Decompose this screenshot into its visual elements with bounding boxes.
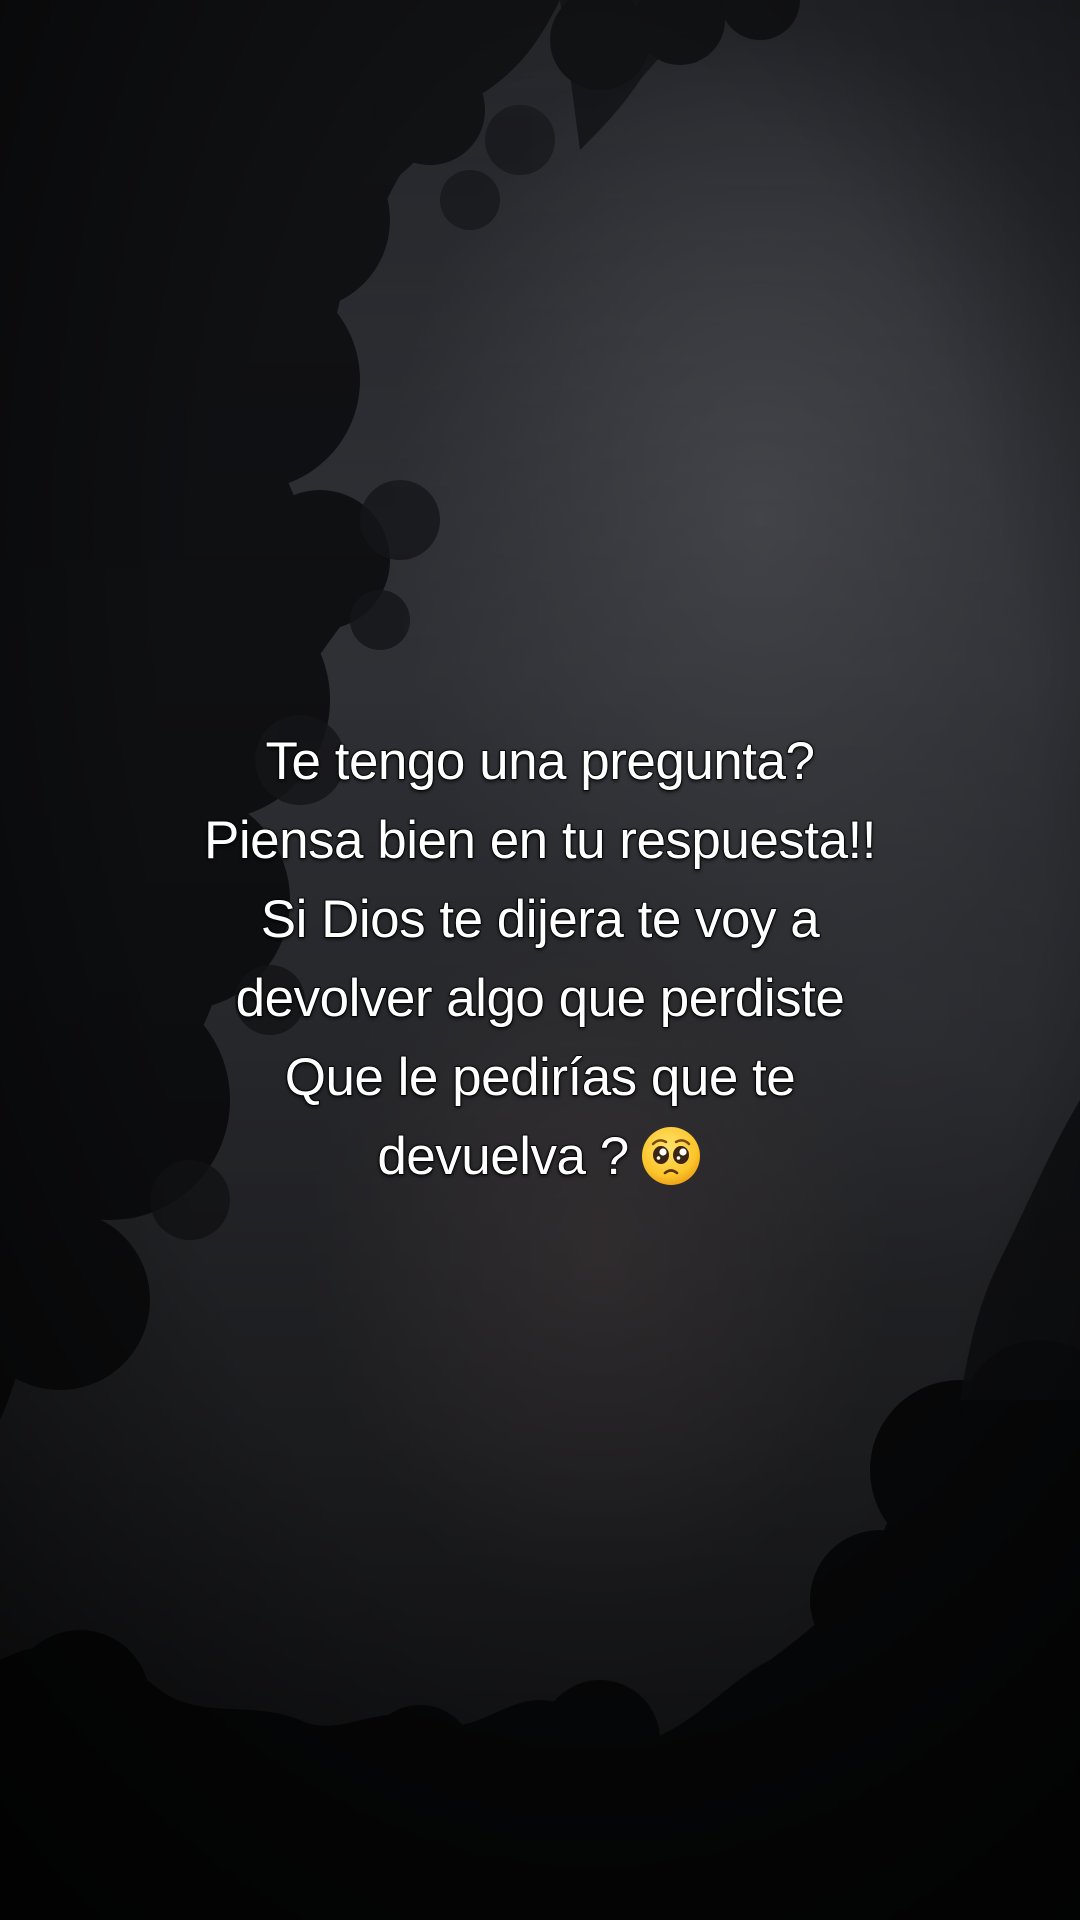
caption-line-2: Piensa bien en tu respuesta!! <box>203 810 877 871</box>
caption-line-3: Si Dios te dijera te voy a <box>260 889 821 950</box>
caption-line-6: devuelva ? <box>90 1117 990 1196</box>
caption-line-1: Te tengo una pregunta? <box>265 731 816 792</box>
caption-line-4: devolver algo que perdiste <box>235 968 846 1029</box>
pleading-face-emoji-icon <box>639 1124 703 1188</box>
caption-text: Te tengo una pregunta? Piensa bien en tu… <box>90 722 990 1196</box>
video-frame: Te tengo una pregunta? Piensa bien en tu… <box>0 0 1080 1920</box>
caption-line-6-text: devuelva ? <box>377 1126 630 1187</box>
caption-line-5: Que le pedirías que te <box>284 1047 797 1108</box>
